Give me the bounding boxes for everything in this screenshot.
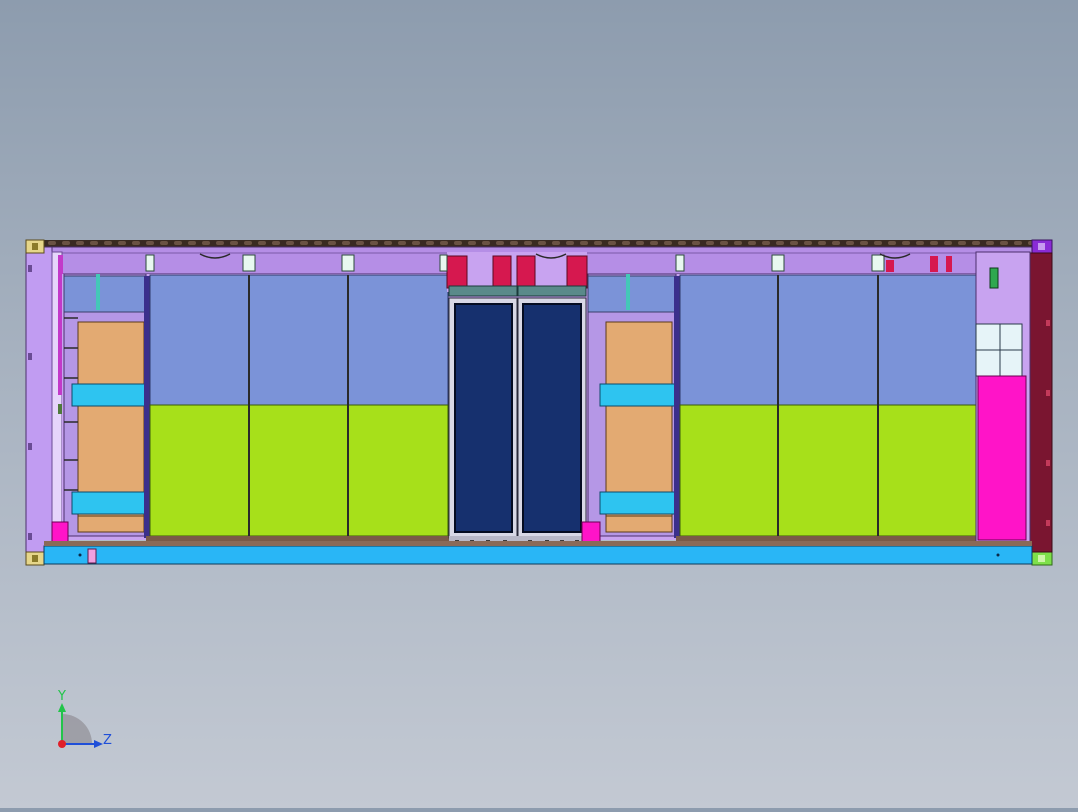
roof-rib	[370, 241, 378, 245]
roof-rib	[552, 241, 560, 245]
triad-quadrant	[62, 714, 92, 744]
roof-rib	[300, 241, 308, 245]
roof-rib	[832, 241, 840, 245]
origin-point	[58, 740, 66, 748]
roof-rib	[524, 241, 532, 245]
roof-rib	[594, 241, 602, 245]
roof-rib	[580, 241, 588, 245]
roof-rib	[776, 241, 784, 245]
container-model[interactable]	[25, 239, 1053, 566]
right-cabinet-bank	[676, 274, 978, 541]
roof-rib	[1014, 241, 1022, 245]
roof-rib	[230, 241, 238, 245]
roof-rib	[678, 241, 686, 245]
roof-rib	[342, 241, 350, 245]
roof-rib	[860, 241, 868, 245]
floor-beam	[43, 545, 1033, 565]
roof-rib	[636, 241, 644, 245]
roof-rib	[650, 241, 658, 245]
roof-rib	[118, 241, 126, 245]
coordinate-triad: Y Z	[57, 689, 112, 748]
magenta-unit-right	[977, 375, 1027, 541]
roof-rib	[1000, 241, 1008, 245]
roof-rib	[146, 241, 154, 245]
roof-rib	[202, 241, 210, 245]
z-axis-label: Z	[103, 733, 112, 748]
roof-rib	[132, 241, 140, 245]
roof-rib	[104, 241, 112, 245]
roof-rib	[720, 241, 728, 245]
roof-rib	[930, 241, 938, 245]
roof-rib	[398, 241, 406, 245]
roof-rib	[846, 241, 854, 245]
roof-rib	[286, 241, 294, 245]
roof-rib	[384, 241, 392, 245]
roof-rib	[482, 241, 490, 245]
bracket-left-lower	[71, 491, 149, 515]
roof-rib	[510, 241, 518, 245]
roof-rib	[454, 241, 462, 245]
roof-rib	[916, 241, 924, 245]
roof-rib	[790, 241, 798, 245]
viewport-canvas[interactable]: Y Z	[0, 0, 1078, 808]
roof-rib	[440, 241, 448, 245]
roof-rib	[272, 241, 280, 245]
roof-rib	[160, 241, 168, 245]
roof-rib	[888, 241, 896, 245]
left-cabinet-bank	[146, 274, 450, 541]
right-end-panel	[1029, 252, 1053, 553]
roof-rib	[216, 241, 224, 245]
roof-rib	[622, 241, 630, 245]
right-rack-group	[581, 273, 680, 549]
roof-rib	[748, 241, 756, 245]
roof-rib	[76, 241, 84, 245]
center-door-group	[446, 252, 588, 546]
bracket-left-upper	[71, 383, 149, 407]
z-axis-arrow-icon	[94, 740, 103, 748]
roof-rib	[90, 241, 98, 245]
bracket-right-lower	[599, 491, 677, 515]
roof-rib	[496, 241, 504, 245]
roof-rib	[426, 241, 434, 245]
roof-rib	[356, 241, 364, 245]
roof-rib	[804, 241, 812, 245]
roof-rib	[972, 241, 980, 245]
roof-rib	[258, 241, 266, 245]
door-left	[454, 303, 513, 533]
left-rack-group	[51, 273, 150, 549]
y-axis-label: Y	[57, 689, 66, 704]
roof-rib	[902, 241, 910, 245]
roof-rib	[664, 241, 672, 245]
y-axis-arrow-icon	[58, 703, 66, 712]
roof-rib	[986, 241, 994, 245]
roof-rib	[328, 241, 336, 245]
roof-rib	[62, 241, 70, 245]
roof-rib	[874, 241, 882, 245]
roof-rib	[762, 241, 770, 245]
roof-rib	[566, 241, 574, 245]
roof-corrugation	[44, 240, 1036, 247]
roof-rib	[734, 241, 742, 245]
roof-rib	[944, 241, 952, 245]
cad-viewport[interactable]: Y Z	[0, 0, 1078, 808]
roof-rib	[818, 241, 826, 245]
roof-rib	[48, 241, 56, 245]
door-right	[522, 303, 582, 533]
roof-rib	[244, 241, 252, 245]
roof-rib	[188, 241, 196, 245]
bracket-right-upper	[599, 383, 677, 407]
roof-rib	[706, 241, 714, 245]
roof-rib	[174, 241, 182, 245]
left-end-panel	[25, 246, 53, 559]
roof-rib	[608, 241, 616, 245]
roof-rib	[468, 241, 476, 245]
roof-rib	[692, 241, 700, 245]
roof-rib	[958, 241, 966, 245]
roof-rib	[412, 241, 420, 245]
roof-rib	[314, 241, 322, 245]
right-end-equipment	[975, 251, 1031, 543]
roof-rib	[538, 241, 546, 245]
